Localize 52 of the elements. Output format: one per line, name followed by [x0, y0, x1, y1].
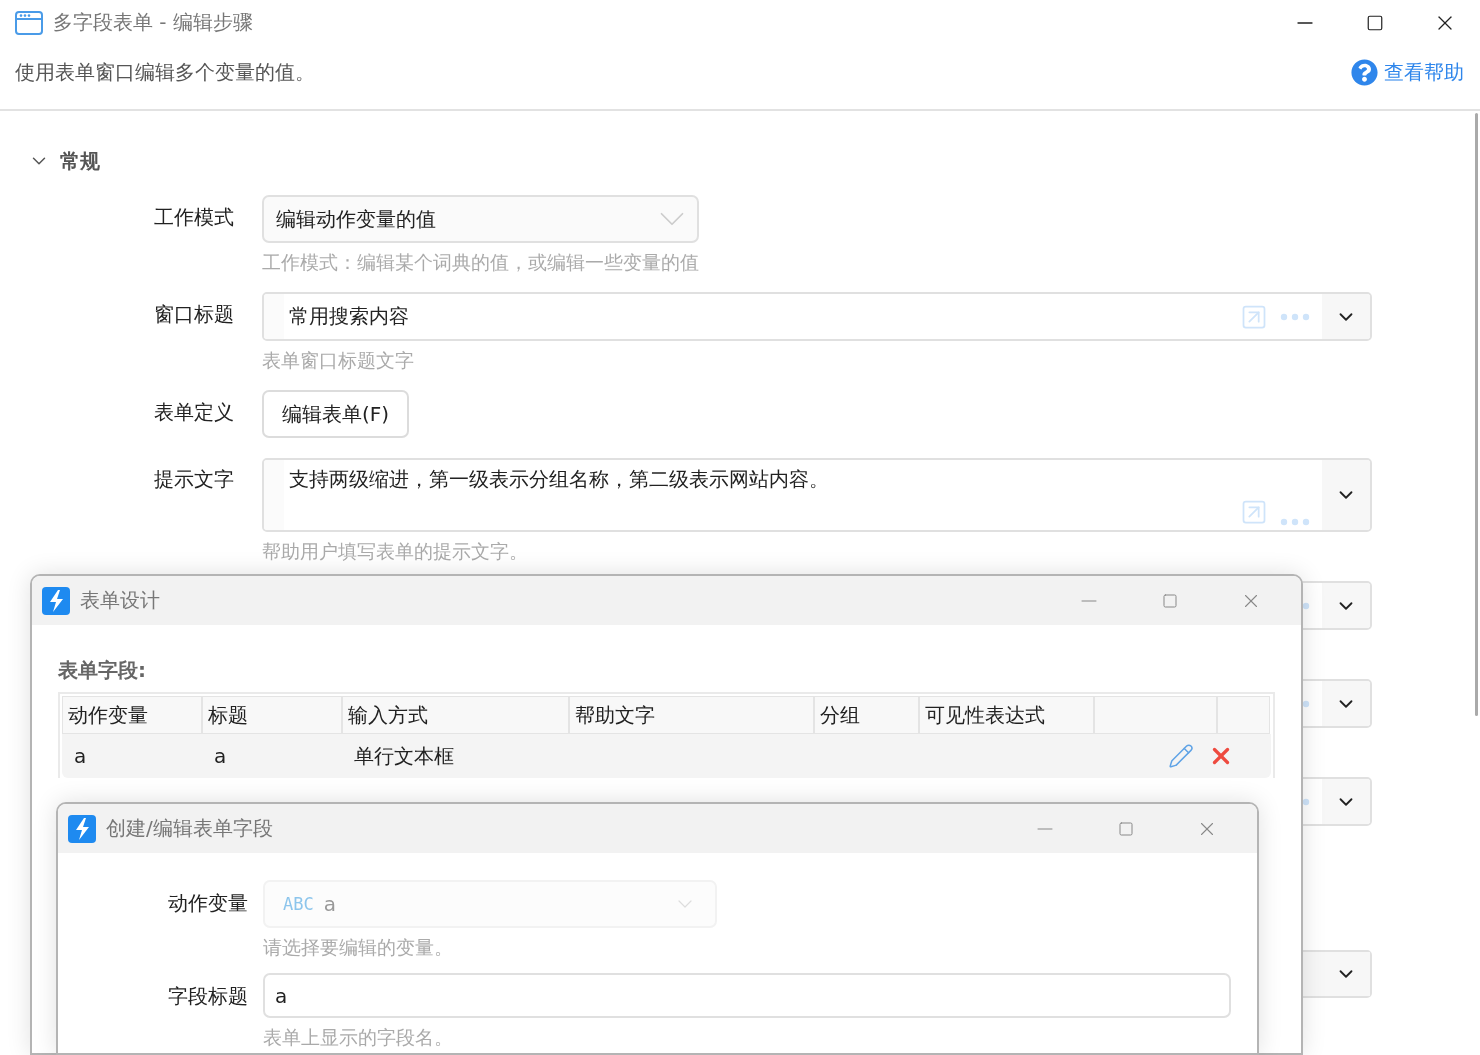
mode-select[interactable]: 编辑动作变量的值: [262, 195, 699, 243]
dialog-title: 表单设计: [80, 587, 160, 614]
more-dots-icon[interactable]: [1280, 518, 1310, 526]
help-icon: [1351, 58, 1378, 86]
field-gutter: [264, 460, 284, 530]
pencil-icon[interactable]: [1168, 743, 1194, 769]
maximize-icon: [1161, 592, 1178, 609]
field-label: 表单定义: [154, 399, 234, 426]
column-header: 标题: [202, 696, 342, 734]
field-label: 窗口标题: [154, 301, 234, 328]
chevron-down-icon: [659, 212, 685, 226]
edit-form-button[interactable]: 编辑表单(F): [262, 390, 410, 438]
expression-field[interactable]: 支持两级缩进，第一级表示分组名称，第二级表示网站内容。: [262, 458, 1372, 532]
lightning-bolt-icon: [68, 814, 96, 843]
field-hint: 表单窗口标题文字: [262, 348, 414, 372]
minimize-icon: [1080, 599, 1097, 602]
more-dots-icon[interactable]: [1280, 312, 1310, 321]
minimize-icon: [1296, 21, 1314, 24]
field-label: 提示文字: [154, 466, 234, 493]
lightning-bolt-icon: [42, 586, 70, 615]
window-title: 多字段表单 - 编辑步骤: [53, 9, 253, 36]
minimize-icon: [1036, 827, 1053, 830]
field-label: 工作模式: [154, 204, 234, 231]
field-hint: 帮助用户填写表单的提示文字。: [262, 539, 528, 563]
expand-icon[interactable]: [1240, 498, 1268, 526]
table-cell-text: a: [213, 744, 228, 768]
window-icon: [15, 10, 43, 35]
type-label: ABC: [283, 894, 314, 914]
column-header: 可见性表达式: [919, 696, 1094, 734]
column-header: 帮助文字: [569, 696, 814, 734]
table-cell-text: 单行文本框: [353, 742, 455, 770]
scrollbar-thumb[interactable]: [1475, 113, 1478, 716]
field-label: 动作变量: [168, 890, 248, 917]
field-gutter: [264, 294, 284, 339]
column-header: 动作变量: [62, 696, 202, 734]
field-label: 字段标题: [168, 983, 248, 1010]
input-field[interactable]: a: [263, 973, 1231, 1018]
column-header: 输入方式: [342, 696, 569, 734]
dialog-title: 创建/编辑表单字段: [106, 815, 273, 842]
field-hint: 请选择要编辑的变量。: [263, 935, 454, 960]
maximize-icon: [1117, 820, 1134, 837]
expression-field[interactable]: 常用搜索内容: [262, 292, 1372, 341]
table-row[interactable]: a a 单行文本框: [62, 734, 1271, 778]
table-cell-text: a: [73, 744, 88, 768]
help-link[interactable]: 查看帮助: [1351, 58, 1464, 86]
maximize-icon: [1366, 13, 1384, 32]
column-header: 分组: [814, 696, 919, 734]
section-label: 表单字段:: [58, 657, 147, 684]
description-text: 使用表单窗口编辑多个变量的值。: [15, 58, 315, 86]
field-hint: 表单上显示的字段名。: [263, 1025, 454, 1050]
section-header[interactable]: 常规: [28, 146, 100, 176]
field-hint: 工作模式：编辑某个词典的值，或编辑一些变量的值: [262, 250, 699, 274]
